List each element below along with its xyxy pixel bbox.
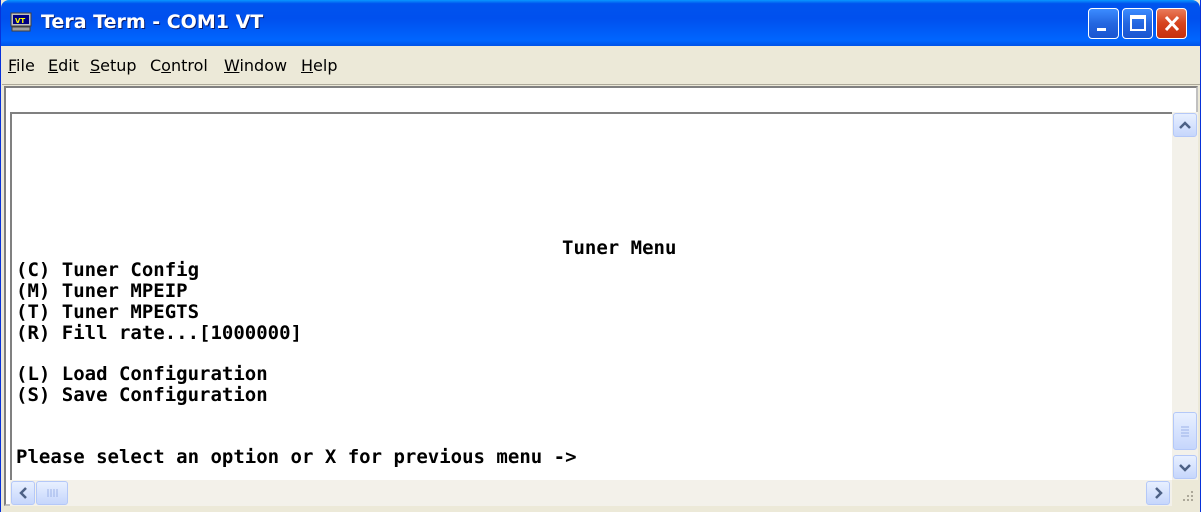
resize-grip[interactable] xyxy=(1172,480,1198,506)
vertical-scrollbar[interactable] xyxy=(1172,112,1198,480)
scroll-down-button[interactable] xyxy=(1173,455,1197,479)
grip-lines-icon xyxy=(47,489,58,497)
maximize-button[interactable] xyxy=(1122,8,1153,39)
maximize-icon xyxy=(1130,15,1146,31)
scroll-right-button[interactable] xyxy=(1146,481,1170,505)
scroll-left-button[interactable] xyxy=(11,481,35,505)
tera-term-vt-icon: VT xyxy=(10,12,32,32)
menu-file[interactable]: File xyxy=(8,56,35,75)
title-bar[interactable]: VT Tera Term - COM1 VT xyxy=(1,0,1200,46)
option-save-configuration: (S) Save Configuration xyxy=(16,384,268,406)
minimize-button[interactable] xyxy=(1088,8,1119,39)
svg-text:VT: VT xyxy=(15,17,25,25)
close-button[interactable] xyxy=(1156,8,1187,39)
option-fill-rate: (R) Fill rate...[1000000] xyxy=(16,322,302,344)
terminal-screen[interactable]: Tuner Menu (C) Tuner Config (M) Tuner MP… xyxy=(10,112,1174,482)
horizontal-scroll-thumb[interactable] xyxy=(36,481,68,505)
menu-setup[interactable]: Setup xyxy=(90,56,137,75)
minimize-icon xyxy=(1097,28,1106,31)
command-prompt: Please select an option or X for previou… xyxy=(16,446,577,468)
option-tuner-config: (C) Tuner Config xyxy=(16,259,200,281)
menu-bar: File Edit Setup Control Window Help xyxy=(2,46,1200,85)
window-title: Tera Term - COM1 VT xyxy=(41,11,264,33)
menu-heading: Tuner Menu xyxy=(562,237,677,259)
chevron-left-icon xyxy=(19,487,27,499)
chevron-up-icon xyxy=(1179,121,1191,129)
grip-lines-icon xyxy=(1181,426,1189,437)
option-tuner-mpegts: (T) Tuner MPEGTS xyxy=(16,301,200,323)
menu-window[interactable]: Window xyxy=(224,56,287,75)
chevron-down-icon xyxy=(1179,464,1191,472)
scroll-up-button[interactable] xyxy=(1173,113,1197,137)
option-load-configuration: (L) Load Configuration xyxy=(16,363,268,385)
menu-control[interactable]: Control xyxy=(150,56,208,75)
menu-edit[interactable]: Edit xyxy=(48,56,79,75)
horizontal-scrollbar[interactable] xyxy=(10,480,1172,506)
chevron-right-icon xyxy=(1155,487,1163,499)
scroll-thumb[interactable] xyxy=(1173,412,1197,450)
close-icon xyxy=(1164,15,1180,32)
menu-help[interactable]: Help xyxy=(301,56,337,75)
tera-term-window: VT Tera Term - COM1 VT File Edit Setup C… xyxy=(0,0,1201,512)
resize-grip-icon xyxy=(1183,491,1193,501)
option-tuner-mpeip: (M) Tuner MPEIP xyxy=(16,280,188,302)
